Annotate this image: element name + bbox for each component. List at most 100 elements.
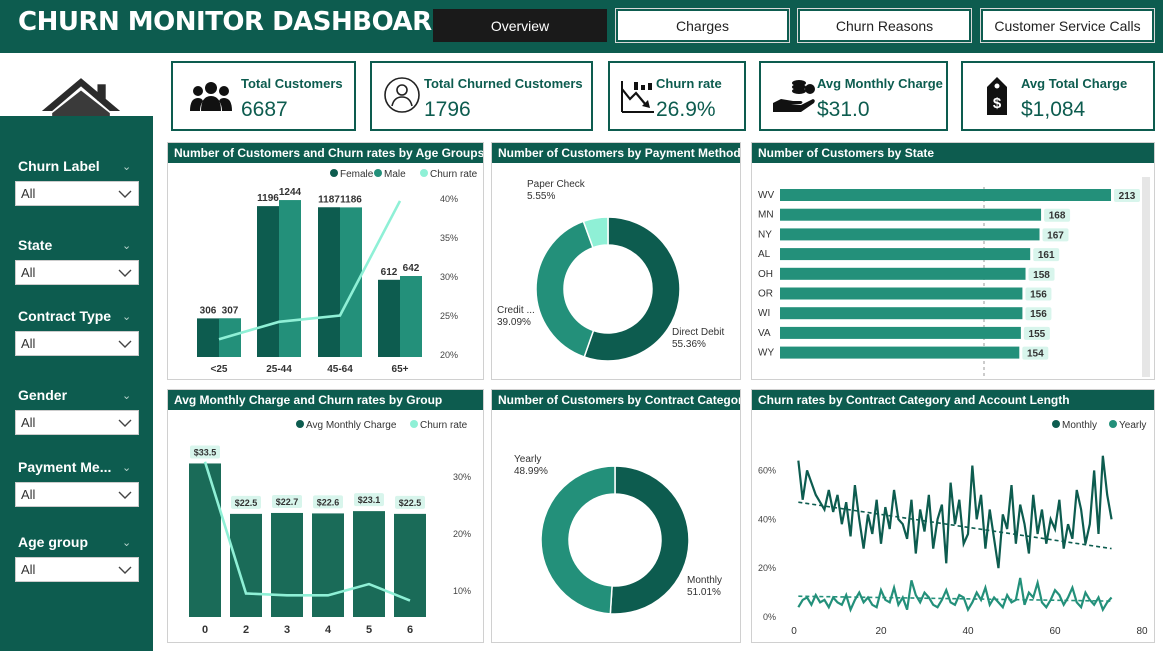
y-tick-label: 10% — [453, 586, 471, 596]
tab-overview[interactable]: Overview — [433, 9, 607, 42]
x-tick-label: 2 — [243, 624, 249, 636]
tab-customer-service-calls[interactable]: Customer Service Calls — [980, 8, 1155, 43]
kpi-value: $31.0 — [817, 98, 870, 121]
state-bar — [780, 208, 1042, 221]
legend-marker — [330, 169, 338, 177]
y-tick-label: 20% — [440, 350, 458, 360]
filter-label-state: State — [18, 237, 53, 253]
chevron-down-icon[interactable]: ⌄ — [122, 536, 131, 549]
scrollbar-track — [1142, 177, 1150, 377]
legend-marker — [1109, 420, 1117, 428]
legend-label: Female — [340, 169, 374, 180]
x-tick-label: <25 — [211, 364, 228, 375]
filter-label-churn-label: Churn Label — [18, 158, 100, 174]
x-tick-label: 45-64 — [327, 364, 353, 375]
panel-age-groups: Number of Customers and Churn rates by A… — [167, 142, 484, 380]
bar-female — [318, 207, 340, 357]
filter-sidebar: Churn Label ⌄ All State ⌄ All Contract T… — [0, 116, 153, 651]
legend-label: Churn rate — [420, 420, 468, 431]
data-label: $22.7 — [276, 497, 299, 507]
chevron-down-icon[interactable]: ⌄ — [122, 310, 131, 323]
churn-label-select[interactable]: All — [15, 181, 139, 206]
state-label: OR — [758, 289, 773, 300]
kpi-total-customers: Total Customers 6687 — [171, 61, 356, 131]
app-title: CHURN MONITOR DASHBOARD — [18, 7, 453, 37]
data-label: 168 — [1049, 211, 1066, 222]
kpi-title: Avg Total Charge — [1021, 76, 1128, 91]
state-bar — [780, 307, 1023, 320]
tab-churn-reasons[interactable]: Churn Reasons — [797, 8, 972, 43]
contract-type-value: All — [21, 336, 36, 351]
state-bar — [780, 228, 1040, 241]
x-tick-label: 3 — [284, 624, 290, 636]
panel-title: Churn rates by Contract Category and Acc… — [752, 390, 1154, 410]
legend-marker — [420, 169, 428, 177]
state-value: All — [21, 265, 36, 280]
bar-female — [257, 206, 279, 357]
payment-method-select[interactable]: All — [15, 482, 139, 507]
slice-value: 5.55% — [527, 191, 555, 202]
data-label: 161 — [1038, 250, 1055, 261]
y-tick-label: 0% — [763, 612, 776, 622]
legend-marker — [410, 420, 418, 428]
chevron-down-icon[interactable]: ⌄ — [122, 461, 131, 474]
y-tick-label: 25% — [440, 311, 458, 321]
state-label: VA — [758, 328, 771, 339]
data-label: 154 — [1027, 349, 1044, 360]
state-label: AL — [758, 249, 771, 260]
churned-user-icon — [384, 77, 420, 113]
data-label: 156 — [1030, 309, 1047, 320]
age-group-select[interactable]: All — [15, 557, 139, 582]
contract-type-select[interactable]: All — [15, 331, 139, 356]
bar-male — [279, 200, 301, 357]
y-tick-label: 30% — [440, 272, 458, 282]
x-tick-label: 40 — [962, 626, 974, 637]
svg-text:$: $ — [993, 95, 1002, 112]
x-tick-label: 20 — [875, 626, 887, 637]
tab-charges[interactable]: Charges — [615, 8, 790, 43]
kpi-avg-monthly-charge: Avg Monthly Charge $31.0 — [759, 61, 948, 131]
state-label: WI — [758, 308, 770, 319]
churn-rate-line — [218, 200, 402, 341]
x-tick-label: 25-44 — [266, 364, 292, 375]
group-chart: Avg Monthly Charge Churn rate $33.5 0 $22.5 2… — [189, 420, 471, 636]
chevron-down-icon — [118, 491, 132, 499]
charge-bar — [189, 463, 221, 617]
bar-female — [378, 279, 400, 357]
slice-name: Paper Check — [527, 179, 586, 190]
state-bar — [780, 287, 1023, 300]
donut-slice — [540, 465, 616, 615]
kpi-value: 6687 — [241, 98, 288, 121]
data-label: 167 — [1047, 230, 1064, 241]
data-label: 642 — [403, 263, 420, 274]
charge-bar — [230, 513, 262, 617]
payment-method-donut: Direct Debit55.36% Credit ...39.09% Paper … — [497, 179, 724, 362]
slice-name: Direct Debit — [672, 327, 724, 338]
chevron-down-icon[interactable]: ⌄ — [122, 160, 131, 173]
legend-label: Yearly — [1119, 420, 1146, 431]
kpi-value: $1,084 — [1021, 98, 1086, 121]
data-label: 213 — [1119, 191, 1136, 202]
x-tick-label: 65+ — [392, 364, 409, 375]
charge-bar — [271, 512, 303, 617]
data-label: $22.5 — [235, 498, 258, 508]
kpi-churn-rate: Churn rate 26.9% — [608, 61, 746, 131]
state-select[interactable]: All — [15, 260, 139, 285]
chevron-down-icon — [118, 340, 132, 348]
data-label: 1187 — [318, 194, 340, 205]
chevron-down-icon[interactable]: ⌄ — [122, 389, 131, 402]
state-bar — [780, 189, 1111, 201]
gender-select[interactable]: All — [15, 410, 139, 435]
slice-value: 39.09% — [497, 317, 531, 328]
data-label: $23.1 — [358, 495, 381, 505]
x-tick-label: 80 — [1136, 626, 1148, 637]
data-label: 155 — [1029, 329, 1046, 340]
chevron-down-icon[interactable]: ⌄ — [122, 239, 131, 252]
panel-title: Number of Customers by Contract Category — [492, 390, 740, 410]
kpi-title: Avg Monthly Charge — [817, 76, 943, 91]
slice-value: 48.99% — [514, 466, 548, 477]
legend-label: Churn rate — [430, 169, 478, 180]
panel-title: Number of Customers and Churn rates by A… — [168, 143, 483, 163]
data-label: 612 — [381, 267, 398, 278]
legend-label: Male — [384, 169, 406, 180]
